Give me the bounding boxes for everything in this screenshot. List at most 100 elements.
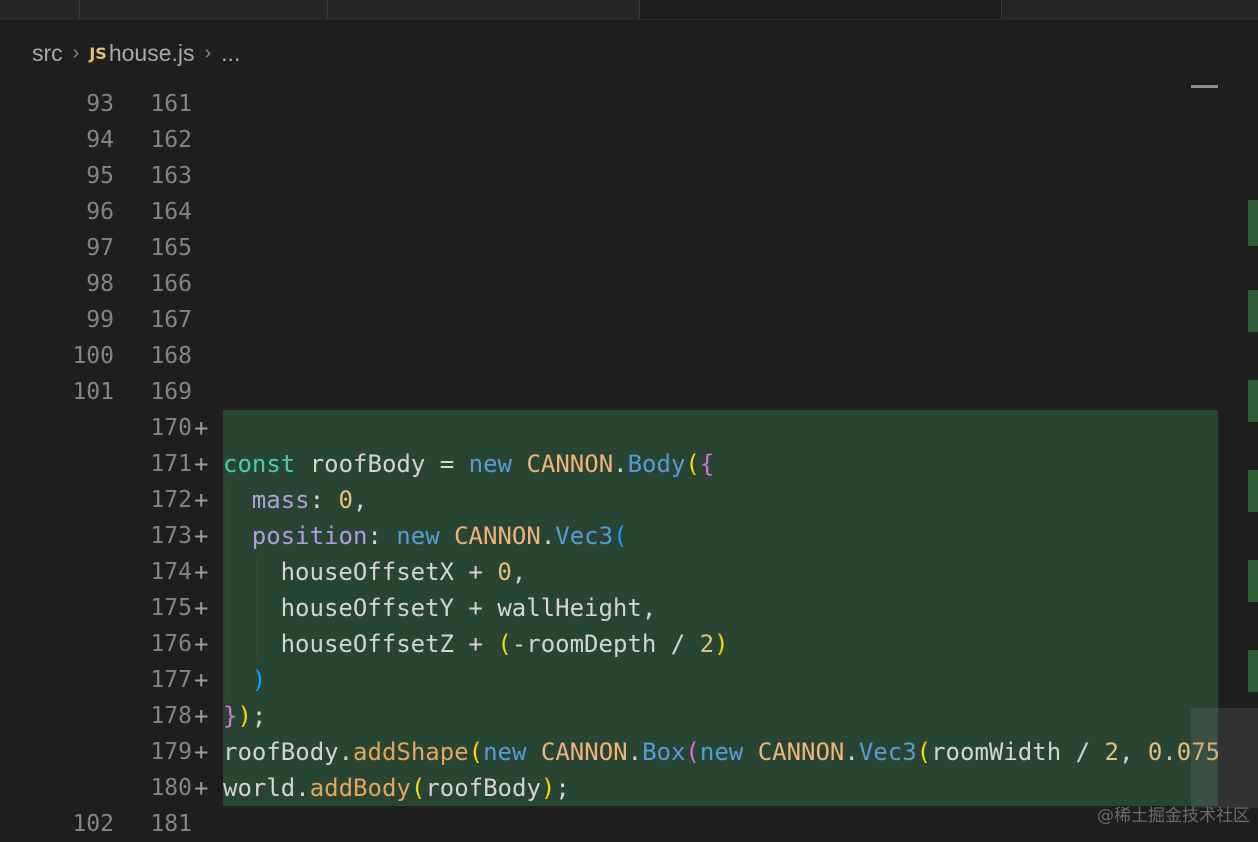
modified-line-number: 166 [150, 271, 192, 297]
code-token: roofBody [425, 774, 541, 802]
code-token: 0 [497, 558, 512, 586]
indent-guide [255, 590, 257, 626]
code-token: new [396, 522, 440, 550]
original-line-number: 102 [72, 811, 114, 837]
code-line[interactable]: 179 + roofBody.addShape(new CANNON.Box(new… [0, 734, 1258, 770]
chevron-right-icon: › [72, 41, 80, 64]
code-line[interactable]: 174 + houseOffsetX + 0, [0, 554, 1258, 590]
code-token: ) [237, 702, 252, 730]
code-line-content: houseOffsetZ + (-roomDepth / 2) [223, 626, 1218, 662]
code-token: new [699, 738, 744, 766]
original-line-number: 101 [72, 379, 114, 405]
code-token: ( [916, 738, 932, 766]
code-line[interactable]: 180 + world.addBody(roofBody); [0, 770, 1258, 806]
code-line[interactable]: 93161const roofMesh = new THREE.Mesh(roo… [0, 86, 1258, 122]
modified-line-number: 171 [150, 451, 192, 477]
modified-line-number: 163 [150, 163, 192, 189]
original-line-number: 94 [86, 127, 114, 153]
scrollbar-thumb[interactable] [1191, 708, 1258, 808]
code-line[interactable]: 176 + houseOffsetZ + (-roomDepth / 2) [0, 626, 1258, 662]
added-line-marker: + [194, 558, 209, 586]
code-line-content: }); [223, 698, 1218, 734]
breadcrumb-file[interactable]: JS house.js [89, 40, 194, 67]
code-line-content: houseOffsetY + wallHeight, [223, 590, 1218, 626]
added-line-marker: + [194, 702, 209, 730]
indent-guide [227, 482, 228, 518]
code-token: . [338, 738, 354, 766]
modified-line-number: 175 [150, 595, 192, 621]
breadcrumb-file-label: house.js [108, 39, 195, 66]
code-token: 2 [699, 630, 715, 658]
added-line-marker: + [194, 630, 209, 658]
code-token: world [223, 774, 296, 802]
editor-tab[interactable] [80, 0, 328, 19]
code-token: roofBody = [295, 450, 469, 478]
code-token: ) [540, 774, 556, 802]
javascript-file-icon: JS [89, 43, 107, 63]
code-token: ( [410, 774, 426, 802]
code-token: ; [251, 702, 267, 730]
code-token: CANNON [540, 738, 628, 766]
indent-guide [227, 554, 228, 590]
added-line-marker: + [194, 486, 209, 514]
code-token: : [309, 486, 339, 514]
indent-guide [227, 590, 228, 626]
editor-tab[interactable] [0, 0, 80, 19]
code-line[interactable]: 102 181 [0, 806, 1258, 842]
editor-tab-active[interactable] [640, 0, 1002, 19]
diff-editor-code[interactable]: 93161const roofMesh = new THREE.Mesh(roo… [0, 86, 1258, 842]
code-token: CANNON [757, 738, 845, 766]
code-token: ( [685, 738, 700, 766]
code-line-content: world.addBody(roofBody); [223, 770, 1218, 806]
code-token: , [352, 486, 368, 514]
code-line-content: roofBody.addShape(new CANNON.Box(new CAN… [223, 734, 1218, 770]
code-line[interactable]: 95163houseOffsetX + 0, [0, 158, 1258, 194]
code-line[interactable]: 172 + mass: 0, [0, 482, 1258, 518]
code-line[interactable]: 96164houseOffsetY + wallHeight, [0, 194, 1258, 230]
added-line-marker: + [194, 738, 209, 766]
modified-line-number: 173 [150, 523, 192, 549]
code-line[interactable]: 175 + houseOffsetY + wallHeight, [0, 590, 1258, 626]
code-token: . [627, 738, 643, 766]
modified-line-number: 177 [150, 667, 192, 693]
modified-line-number: 178 [150, 703, 192, 729]
code-token: . [613, 450, 628, 478]
code-line[interactable]: 171 + const roofBody = new CANNON.Body({ [0, 446, 1258, 482]
code-token: Vec3 [858, 738, 917, 766]
original-line-number: 100 [72, 343, 114, 369]
code-line[interactable]: 170 + [0, 410, 1258, 446]
code-line[interactable]: 177 +) [0, 662, 1258, 698]
code-line[interactable]: 97165houseOffsetZ + (-roomDepth / 2) [0, 230, 1258, 266]
code-line[interactable]: 94162roofMesh.position.set( [0, 122, 1258, 158]
modified-line-number: 162 [150, 127, 192, 153]
code-token: ( [497, 630, 512, 658]
modified-line-number: 168 [150, 343, 192, 369]
added-line-marker: + [194, 414, 209, 442]
chevron-right-icon: › [204, 41, 212, 64]
code-token: . [295, 774, 310, 802]
modified-line-number: 180 [150, 775, 192, 801]
editor-tab[interactable] [328, 0, 640, 19]
added-line-marker: + [194, 594, 209, 622]
original-line-number: 95 [86, 163, 114, 189]
code-line[interactable]: 178 +}); [0, 698, 1258, 734]
code-line[interactable]: 98166); [0, 266, 1258, 302]
code-line[interactable]: 99167roofMesh.receiveShadow = true; [0, 302, 1258, 338]
code-token: 2 [1104, 738, 1119, 766]
added-line-marker: + [194, 450, 209, 478]
code-line[interactable]: 100168roofMesh.castShadow = true; [0, 338, 1258, 374]
code-token: new [483, 738, 527, 766]
code-token: CANNON [526, 450, 614, 478]
code-line[interactable]: 101169group.add(roofMesh); [0, 374, 1258, 410]
code-token: } [223, 702, 238, 730]
modified-line-number: 179 [150, 739, 192, 765]
code-token: const [223, 450, 296, 478]
indent-guide [227, 626, 228, 662]
code-line[interactable]: 173 + position: new CANNON.Vec3( [0, 518, 1258, 554]
breadcrumb-symbols[interactable]: ... [221, 40, 240, 67]
breadcrumb-folder[interactable]: src [32, 40, 63, 67]
editor-tab-bar [0, 0, 1258, 20]
